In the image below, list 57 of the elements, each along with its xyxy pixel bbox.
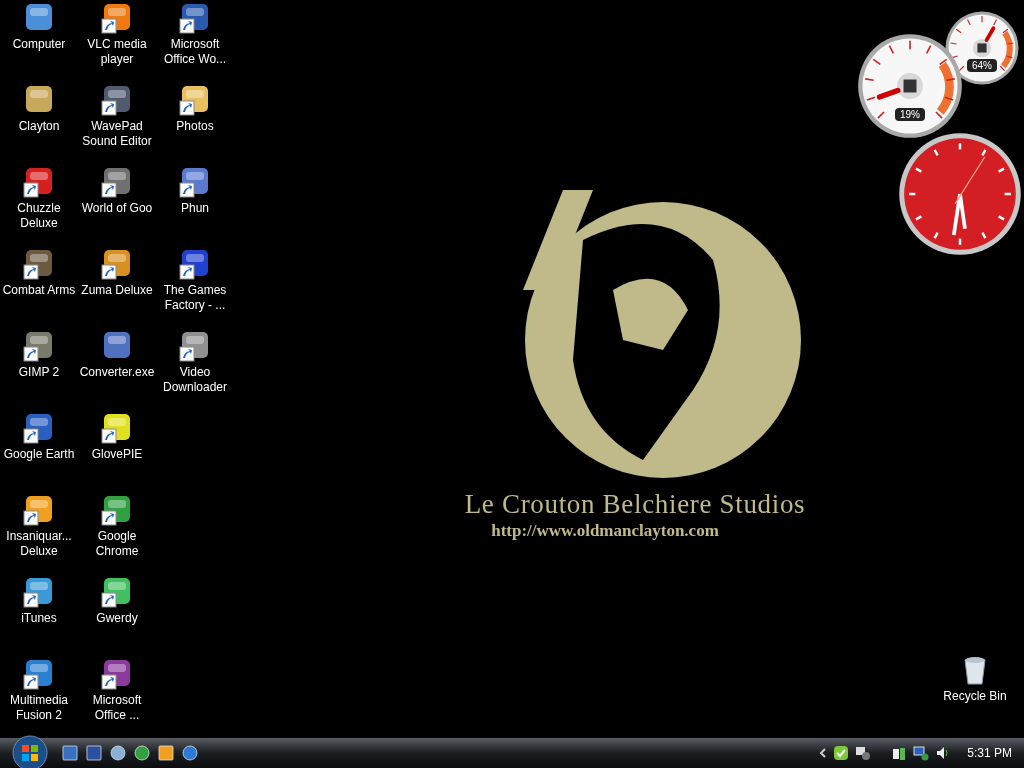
icon-label[interactable]: Chuzzle Deluxe bbox=[0, 201, 78, 231]
shortcut-app-icon[interactable] bbox=[23, 576, 55, 608]
icon-label[interactable]: Combat Arms bbox=[0, 283, 78, 298]
shortcut-app-icon[interactable] bbox=[23, 658, 55, 690]
icon-label[interactable]: iTunes bbox=[0, 611, 78, 626]
taskbar-clock[interactable]: 5:31 PM bbox=[967, 744, 1012, 762]
icon-label[interactable]: VLC media player bbox=[78, 37, 156, 67]
quick-launch-icon[interactable] bbox=[110, 745, 126, 761]
shortcut-app-icon[interactable] bbox=[23, 330, 55, 362]
shortcut-app-icon[interactable] bbox=[179, 330, 211, 362]
shortcut-app-icon[interactable] bbox=[179, 166, 211, 198]
icon-label[interactable]: Zuma Deluxe bbox=[78, 283, 156, 298]
icon-label[interactable]: WavePad Sound Editor bbox=[78, 119, 156, 149]
icon-label[interactable]: Phun bbox=[156, 201, 234, 216]
icon-label[interactable]: GIMP 2 bbox=[0, 365, 78, 380]
icon-label[interactable]: Google Earth bbox=[0, 447, 78, 462]
icon-label[interactable]: World of Goo bbox=[78, 201, 156, 216]
studio-title: Le Crouton Belchiere Studios bbox=[464, 488, 806, 520]
icon-label[interactable]: Video Downloader bbox=[156, 365, 234, 395]
gauge-reading: 64% bbox=[967, 59, 997, 73]
shortcut-app-icon[interactable] bbox=[101, 84, 133, 116]
network-icon[interactable] bbox=[913, 745, 930, 761]
icon-label[interactable]: Photos bbox=[156, 119, 234, 134]
shortcut-app-icon[interactable] bbox=[101, 2, 133, 34]
shortcut-app-icon[interactable] bbox=[101, 166, 133, 198]
icon-label[interactable]: Google Chrome bbox=[78, 529, 156, 559]
windows-logo-icon bbox=[12, 735, 48, 768]
icon-label[interactable]: Clayton bbox=[0, 119, 78, 134]
icon-label[interactable]: Microsoft Office ... bbox=[78, 693, 156, 723]
icon-label[interactable]: Converter.exe bbox=[78, 365, 156, 380]
shortcut-app-icon[interactable] bbox=[179, 2, 211, 34]
shortcut-app-icon[interactable] bbox=[23, 248, 55, 280]
chevron-left-icon[interactable] bbox=[819, 748, 828, 758]
icon-label[interactable]: Computer bbox=[0, 37, 78, 52]
shortcut-app-icon[interactable] bbox=[101, 248, 133, 280]
shortcut-app-icon[interactable] bbox=[101, 412, 133, 444]
quick-launch-icon[interactable] bbox=[134, 745, 150, 761]
icon-label[interactable]: Gwerdy bbox=[78, 611, 156, 626]
checkmark-icon[interactable] bbox=[833, 745, 850, 761]
shortcut-app-icon[interactable] bbox=[101, 494, 133, 526]
icon-label[interactable]: Insaniquar... Deluxe bbox=[0, 529, 78, 559]
icon-label[interactable]: GlovePIE bbox=[78, 447, 156, 462]
website-url: http://www.oldmanclayton.com bbox=[491, 520, 719, 542]
icon-label[interactable]: Multimedia Fusion 2 bbox=[0, 693, 78, 723]
shortcut-app-icon[interactable] bbox=[101, 576, 133, 608]
icon-label[interactable]: Microsoft Office Wo... bbox=[156, 37, 234, 67]
shortcut-app-icon[interactable] bbox=[179, 84, 211, 116]
tray-icon[interactable] bbox=[855, 745, 872, 761]
shortcut-app-icon[interactable] bbox=[23, 412, 55, 444]
quick-launch-icon[interactable] bbox=[182, 745, 198, 761]
shortcut-app-icon[interactable] bbox=[101, 658, 133, 690]
icon-label[interactable]: The Games Factory - ... bbox=[156, 283, 234, 313]
icon-label[interactable]: Recycle Bin bbox=[943, 689, 1007, 704]
shortcut-app-icon[interactable] bbox=[23, 494, 55, 526]
shortcut-app-icon[interactable] bbox=[179, 248, 211, 280]
quick-launch-icon[interactable] bbox=[158, 745, 174, 761]
shortcut-app-icon[interactable] bbox=[23, 166, 55, 198]
